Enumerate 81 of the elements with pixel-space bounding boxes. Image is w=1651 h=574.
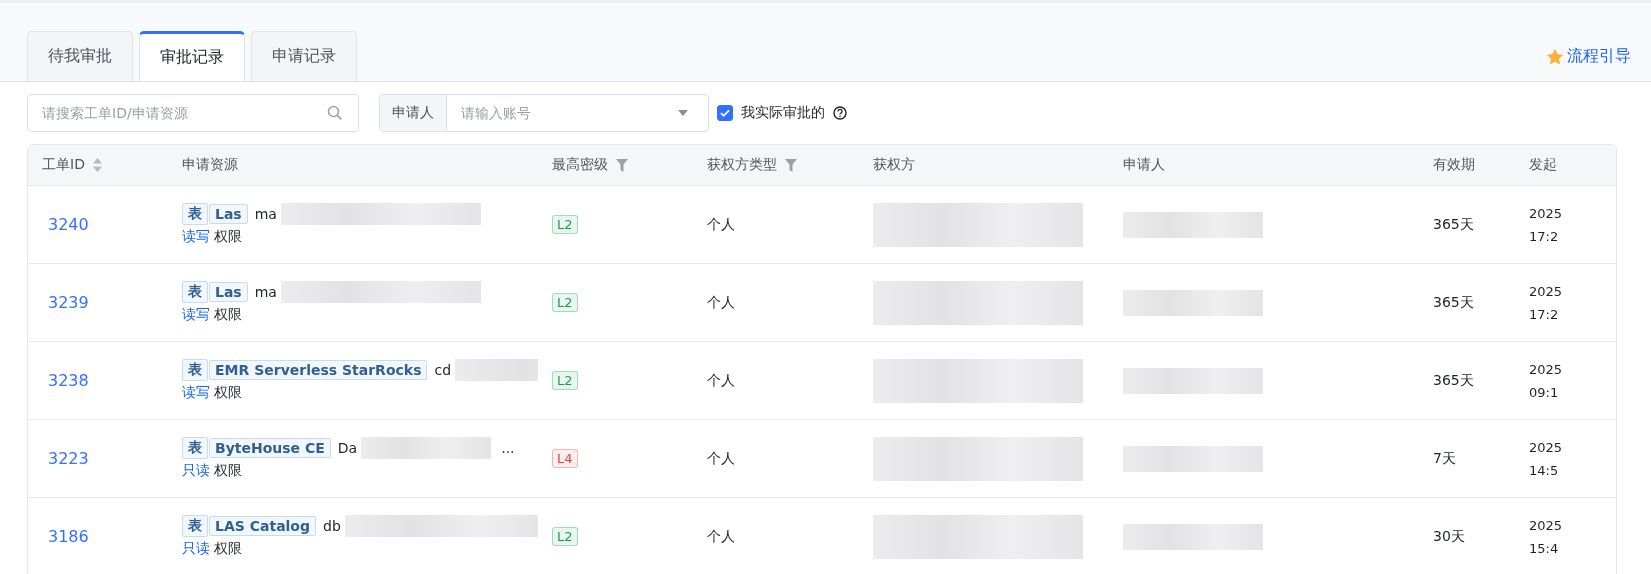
search-field[interactable]: 请搜索工单ID/申请资源 xyxy=(27,94,359,132)
column-header: 工单ID xyxy=(42,156,85,174)
help-icon xyxy=(833,106,847,120)
checkbox-label: 我实际审批的 xyxy=(741,104,825,122)
level-tag: L2 xyxy=(552,215,578,234)
resource-name: Da xyxy=(337,440,358,456)
access-mode: 读写 xyxy=(182,384,210,402)
level-tag: L2 xyxy=(552,293,578,312)
engine-tag: EMR Serverless StarRocks xyxy=(209,360,428,380)
time-text: 15:4 xyxy=(1529,540,1559,556)
tab[interactable]: 待我审批 xyxy=(27,31,133,81)
table-cell: 30天 xyxy=(1433,527,1465,546)
applicant-label: 申请人 xyxy=(380,95,447,131)
table-cell: 个人 xyxy=(707,527,735,546)
permission-label: 权限 xyxy=(214,306,242,324)
table-cell: 365天 xyxy=(1433,293,1474,312)
resource-name: db xyxy=(323,518,341,534)
ticket-id-link[interactable]: 3240 xyxy=(42,215,89,234)
date-text: 2025 xyxy=(1529,205,1563,221)
column-header: 申请人 xyxy=(1123,156,1165,174)
ticket-id-link[interactable]: 3223 xyxy=(42,449,89,468)
permission-label: 权限 xyxy=(214,384,242,402)
table-cell: 个人 xyxy=(707,215,735,234)
date-text: 2025 xyxy=(1529,283,1563,299)
table-cell: 365天 xyxy=(1433,215,1474,234)
resource-type-tag: 表 xyxy=(182,359,208,381)
date-text: 2025 xyxy=(1529,517,1563,533)
access-mode: 只读 xyxy=(182,540,210,558)
time-text: 17:2 xyxy=(1529,228,1559,244)
tab[interactable]: 申请记录 xyxy=(251,31,357,81)
table-cell: 365天 xyxy=(1433,371,1474,390)
date-text: 2025 xyxy=(1529,361,1563,377)
filter-icon[interactable] xyxy=(616,158,628,172)
permission-label: 权限 xyxy=(214,228,242,246)
engine-tag: Las xyxy=(209,204,248,224)
level-tag: L4 xyxy=(552,449,578,468)
ticket-id-link[interactable]: 3239 xyxy=(42,293,89,312)
applicant-input[interactable]: 请输入账号 xyxy=(447,95,708,131)
resource-name: cd xyxy=(434,362,452,378)
column-header: 申请资源 xyxy=(182,156,238,174)
check-icon xyxy=(719,107,731,119)
date-text: 2025 xyxy=(1529,439,1563,455)
filter-icon[interactable] xyxy=(785,158,797,172)
engine-tag: Las xyxy=(209,282,248,302)
column-header: 最高密级 xyxy=(552,156,608,174)
resource-name: ma xyxy=(254,284,277,300)
tab[interactable]: 审批记录 xyxy=(139,31,245,81)
column-header: 有效期 xyxy=(1433,156,1475,174)
sort-icon[interactable] xyxy=(92,158,102,172)
permission-label: 权限 xyxy=(214,462,242,480)
caret-icon xyxy=(678,110,688,116)
resource-type-tag: 表 xyxy=(182,515,208,537)
guide-link[interactable]: 流程引导 xyxy=(1545,46,1631,67)
resource-type-tag: 表 xyxy=(182,437,208,459)
ticket-id-link[interactable]: 3238 xyxy=(42,371,89,390)
time-text: 14:5 xyxy=(1529,462,1559,478)
level-tag: L2 xyxy=(552,527,578,546)
column-header: 发起 xyxy=(1529,156,1557,174)
column-header: 获权方类型 xyxy=(707,156,777,174)
time-text: 17:2 xyxy=(1529,306,1559,322)
table-cell: 个人 xyxy=(707,293,735,312)
resource-type-tag: 表 xyxy=(182,281,208,303)
search-icon xyxy=(327,105,343,121)
ticket-id-link[interactable]: 3186 xyxy=(42,527,89,546)
engine-tag: LAS Catalog xyxy=(209,516,316,536)
table-cell: 7天 xyxy=(1433,449,1456,468)
time-text: 09:1 xyxy=(1529,384,1559,400)
table-cell: 个人 xyxy=(707,449,735,468)
resource-type-tag: 表 xyxy=(182,203,208,225)
table-cell: 个人 xyxy=(707,371,735,390)
checkbox[interactable] xyxy=(717,105,733,121)
permission-label: 权限 xyxy=(214,540,242,558)
level-tag: L2 xyxy=(552,371,578,390)
column-header: 获权方 xyxy=(873,156,915,174)
ellipsis: ... xyxy=(501,440,515,456)
access-mode: 只读 xyxy=(182,462,210,480)
access-mode: 读写 xyxy=(182,306,210,324)
engine-tag: ByteHouse CE xyxy=(209,438,331,458)
access-mode: 读写 xyxy=(182,228,210,246)
resource-name: ma xyxy=(254,206,277,222)
applicant-field[interactable]: 申请人 请输入账号 xyxy=(379,94,709,132)
